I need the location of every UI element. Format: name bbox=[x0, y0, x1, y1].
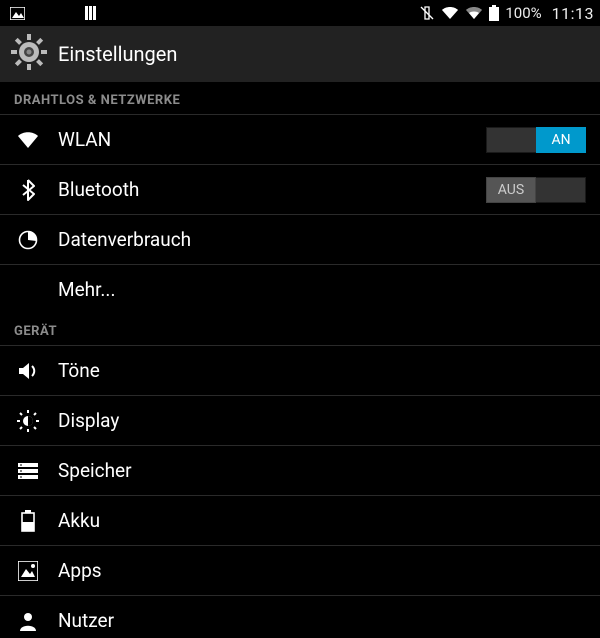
row-label: Nutzer bbox=[58, 609, 586, 632]
page-title: Einstellungen bbox=[58, 42, 177, 66]
row-label: Töne bbox=[58, 359, 586, 382]
settings-gear-icon bbox=[10, 33, 48, 75]
toggle-off-label: AUS bbox=[486, 177, 536, 203]
section-header-wireless: DRAHTLOS & NETZWERKE bbox=[0, 83, 600, 114]
wlan-toggle[interactable]: AUS AN bbox=[486, 127, 586, 153]
row-label: Akku bbox=[58, 509, 586, 532]
user-icon bbox=[14, 611, 42, 631]
row-wlan[interactable]: WLAN AUS AN bbox=[0, 114, 600, 164]
bluetooth-icon bbox=[14, 179, 42, 201]
battery-text: 100% bbox=[505, 4, 541, 22]
status-right: 100% 11:13 bbox=[419, 4, 594, 23]
apps-icon bbox=[14, 561, 42, 581]
row-label: WLAN bbox=[58, 128, 486, 151]
wifi-icon bbox=[14, 131, 42, 149]
row-label: Datenverbrauch bbox=[58, 228, 586, 251]
toggle-on-label: AN bbox=[536, 127, 586, 153]
section-header-device: GERÄT bbox=[0, 314, 600, 345]
status-clock: 11:13 bbox=[552, 4, 594, 23]
display-icon bbox=[14, 410, 42, 432]
row-apps[interactable]: Apps bbox=[0, 545, 600, 595]
status-bar: 100% 11:13 bbox=[0, 0, 600, 26]
row-more[interactable]: Mehr... bbox=[0, 264, 600, 314]
row-label: Apps bbox=[58, 559, 586, 582]
row-label: Bluetooth bbox=[58, 178, 486, 201]
bars-indicator-icon bbox=[85, 6, 99, 20]
list-device: Töne Display Speicher Akku Apps Nutzer bbox=[0, 345, 600, 638]
wifi-icon-secondary bbox=[465, 6, 483, 20]
row-bluetooth[interactable]: Bluetooth AUS AN bbox=[0, 164, 600, 214]
row-storage[interactable]: Speicher bbox=[0, 445, 600, 495]
image-indicator-icon bbox=[10, 7, 25, 20]
row-battery[interactable]: Akku bbox=[0, 495, 600, 545]
app-header: Einstellungen bbox=[0, 26, 600, 83]
sound-icon bbox=[14, 361, 42, 381]
storage-icon bbox=[14, 462, 42, 480]
battery-icon bbox=[14, 510, 42, 532]
row-sound[interactable]: Töne bbox=[0, 345, 600, 395]
row-label: Mehr... bbox=[58, 278, 586, 301]
row-display[interactable]: Display bbox=[0, 395, 600, 445]
toggle-off-label: AUS bbox=[486, 127, 536, 153]
row-data-usage[interactable]: Datenverbrauch bbox=[0, 214, 600, 264]
row-users[interactable]: Nutzer bbox=[0, 595, 600, 638]
data-usage-icon bbox=[14, 230, 42, 250]
row-label: Speicher bbox=[58, 459, 586, 482]
bluetooth-toggle[interactable]: AUS AN bbox=[486, 177, 586, 203]
status-left bbox=[6, 6, 99, 20]
vibrate-icon bbox=[419, 5, 435, 21]
battery-icon bbox=[489, 5, 499, 21]
wifi-icon bbox=[441, 6, 459, 20]
toggle-on-label: AN bbox=[536, 177, 586, 203]
row-label: Display bbox=[58, 409, 586, 432]
list-wireless: WLAN AUS AN Bluetooth AUS AN Datenverbra… bbox=[0, 114, 600, 314]
